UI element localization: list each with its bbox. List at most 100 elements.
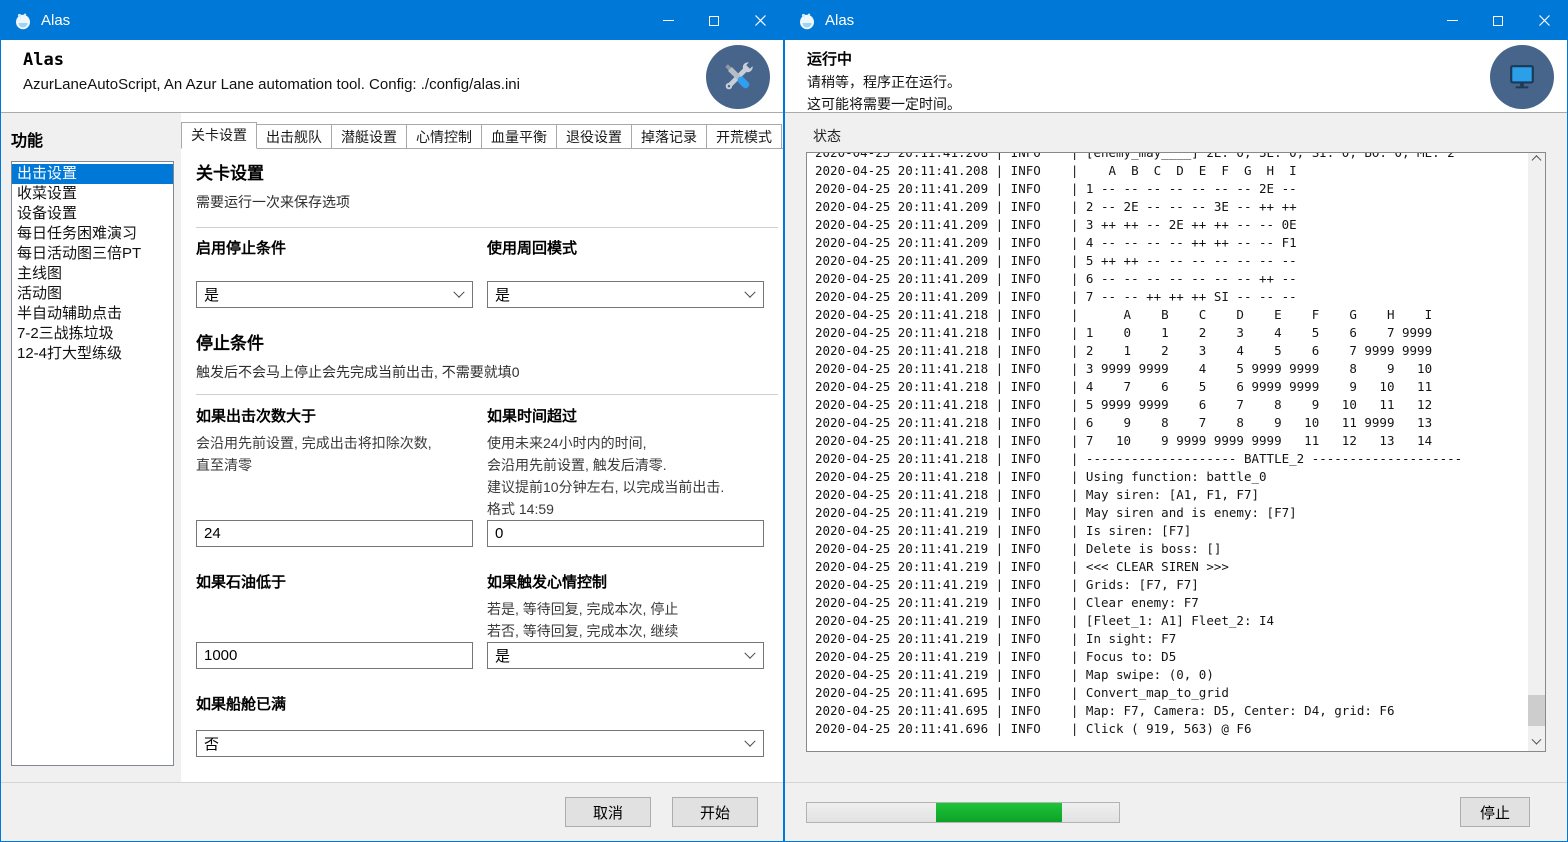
log-line: 2020-04-25 20:11:41.696 | INFO | Click (… xyxy=(815,720,1528,738)
tab-7[interactable]: 掉落记录 xyxy=(632,124,707,149)
tab-6[interactable]: 退役设置 xyxy=(557,124,632,149)
field-label: 使用周回模式 xyxy=(487,239,764,259)
tab-2[interactable]: 出击舰队 xyxy=(257,124,332,149)
log-line: 2020-04-25 20:11:41.218 | INFO | 6 9 8 7… xyxy=(815,414,1528,432)
log-line: 2020-04-25 20:11:41.218 | INFO | 5 9999 … xyxy=(815,396,1528,414)
if-emotion-control-select[interactable]: 是 xyxy=(487,642,764,669)
close-icon xyxy=(1539,15,1550,26)
field-if-oil-below: 如果石油低于 xyxy=(196,573,473,669)
runner-window: Alas 运行中 请稍等，程序正在运行。 这可能将需要一定时间。 状态 2020… xyxy=(784,0,1568,842)
minimize-icon xyxy=(663,20,674,21)
progress-chunk xyxy=(936,803,1062,822)
sidebar-item[interactable]: 活动图 xyxy=(12,284,173,304)
log-line: 2020-04-25 20:11:41.219 | INFO | Map swi… xyxy=(815,666,1528,684)
tab-panel: 关卡设置 需要运行一次来保存选项 启用停止条件 是 使用周回模式 是 xyxy=(181,149,783,782)
field-help: 使用未来24小时内的时间, 会沿用先前设置, 触发后清零. 建议提前10分钟左右… xyxy=(487,432,764,520)
log-line: 2020-04-25 20:11:41.209 | INFO | 2 -- 2E… xyxy=(815,198,1528,216)
progress-bar xyxy=(806,802,1120,823)
status-label: 状态 xyxy=(813,126,1546,146)
log-line: 2020-04-25 20:11:41.209 | INFO | 1 -- --… xyxy=(815,180,1528,198)
log-line: 2020-04-25 20:11:41.218 | INFO | 2 1 2 3… xyxy=(815,342,1528,360)
tab-5[interactable]: 血量平衡 xyxy=(482,124,557,149)
chevron-down-icon xyxy=(744,286,755,297)
sidebar-item[interactable]: 12-4打大型练级 xyxy=(12,344,173,364)
if-time-over-input[interactable] xyxy=(488,521,763,546)
settings-footer: 取消 开始 xyxy=(1,782,783,841)
log-line: 2020-04-25 20:11:41.208 | INFO | A B C D… xyxy=(815,162,1528,180)
start-button[interactable]: 开始 xyxy=(672,797,758,827)
tab-1[interactable]: 关卡设置 xyxy=(181,122,257,149)
maximize-icon xyxy=(709,16,719,26)
sidebar-item[interactable]: 半自动辅助点击 xyxy=(12,304,173,324)
settings-main: 关卡设置出击舰队潜艇设置心情控制血量平衡退役设置掉落记录开荒模式 关卡设置 需要… xyxy=(181,113,783,782)
tabbar: 关卡设置出击舰队潜艇设置心情控制血量平衡退役设置掉落记录开荒模式 xyxy=(181,122,783,149)
settings-header: Alas AzurLaneAutoScript, An Azur Lane au… xyxy=(1,40,783,113)
log-line: 2020-04-25 20:11:41.218 | INFO | 7 10 9 … xyxy=(815,432,1528,450)
field-enable-stop-condition: 启用停止条件 是 xyxy=(196,239,473,308)
sidebar-item[interactable]: 7-2三战拣垃圾 xyxy=(12,324,173,344)
close-button[interactable] xyxy=(737,1,783,40)
sidebar-item[interactable]: 收菜设置 xyxy=(12,184,173,204)
field-help: 会沿用先前设置, 完成出击将扣除次数, 直至清零 xyxy=(196,432,473,476)
sidebar-item[interactable]: 设备设置 xyxy=(12,204,173,224)
log-line: 2020-04-25 20:11:41.219 | INFO | Focus t… xyxy=(815,648,1528,666)
minimize-button[interactable] xyxy=(645,1,691,40)
chevron-up-icon xyxy=(1532,155,1542,165)
close-icon xyxy=(755,15,766,26)
field-label: 启用停止条件 xyxy=(196,239,473,259)
minimize-button[interactable] xyxy=(1429,1,1475,40)
log-scrollbar[interactable] xyxy=(1528,153,1545,751)
app-subtitle: AzurLaneAutoScript, An Azur Lane automat… xyxy=(23,76,783,93)
stop-button[interactable]: 停止 xyxy=(1460,797,1530,827)
section-heading: 停止条件 xyxy=(196,332,778,355)
log-line: 2020-04-25 20:11:41.218 | INFO | 4 7 6 5… xyxy=(815,378,1528,396)
maximize-button[interactable] xyxy=(1475,1,1521,40)
sidebar-item[interactable]: 主线图 xyxy=(12,264,173,284)
scroll-up-button[interactable] xyxy=(1528,153,1545,170)
close-button[interactable] xyxy=(1521,1,1567,40)
runner-titlebar: Alas xyxy=(785,1,1567,40)
if-dock-full-select[interactable]: 否 xyxy=(196,730,764,757)
app-title: Alas xyxy=(23,50,783,70)
log-line: 2020-04-25 20:11:41.219 | INFO | [Fleet_… xyxy=(815,612,1528,630)
tab-3[interactable]: 潜艇设置 xyxy=(332,124,407,149)
log-line: 2020-04-25 20:11:41.209 | INFO | 3 ++ ++… xyxy=(815,216,1528,234)
log-line: 2020-04-25 20:11:41.219 | INFO | Is sire… xyxy=(815,522,1528,540)
field-if-time-over: 如果时间超过 使用未来24小时内的时间, 会沿用先前设置, 触发后清零. 建议提… xyxy=(487,407,764,547)
field-label: 如果时间超过 xyxy=(487,407,764,427)
sidebar-item[interactable]: 每日活动图三倍PT xyxy=(12,244,173,264)
tab-8[interactable]: 开荒模式 xyxy=(707,124,782,149)
field-label: 如果触发心情控制 xyxy=(487,573,764,593)
log-line: 2020-04-25 20:11:41.219 | INFO | Clear e… xyxy=(815,594,1528,612)
function-list: 出击设置收菜设置设备设置每日任务困难演习每日活动图三倍PT主线图活动图半自动辅助… xyxy=(11,161,174,766)
scroll-down-button[interactable] xyxy=(1528,734,1545,751)
sidebar-item[interactable]: 每日任务困难演习 xyxy=(12,224,173,244)
field-loop-mode: 使用周回模式 是 xyxy=(487,239,764,308)
log-line: 2020-04-25 20:11:41.218 | INFO | Using f… xyxy=(815,468,1528,486)
log-line: 2020-04-25 20:11:41.219 | INFO | Grids: … xyxy=(815,576,1528,594)
runner-body: 状态 2020-04-25 20:11:41.208 | INFO | [ene… xyxy=(785,113,1567,782)
minimize-icon xyxy=(1447,20,1458,21)
log-line: 2020-04-25 20:11:41.209 | INFO | 4 -- --… xyxy=(815,234,1528,252)
log-line: 2020-04-25 20:11:41.209 | INFO | 5 ++ ++… xyxy=(815,252,1528,270)
field-if-emotion-control: 如果触发心情控制 若是, 等待回复, 完成本次, 停止 若否, 等待回复, 完成… xyxy=(487,573,764,669)
app-icon xyxy=(798,12,816,30)
log-line: 2020-04-25 20:11:41.219 | INFO | <<< CLE… xyxy=(815,558,1528,576)
loop-mode-select[interactable]: 是 xyxy=(487,281,764,308)
sidebar-item[interactable]: 出击设置 xyxy=(12,164,173,184)
if-count-greater-input[interactable] xyxy=(197,521,472,546)
cancel-button[interactable]: 取消 xyxy=(565,797,651,827)
log-box: 2020-04-25 20:11:41.208 | INFO | [enemy_… xyxy=(806,152,1546,752)
tools-button[interactable] xyxy=(706,45,770,109)
app-icon xyxy=(14,12,32,30)
enable-stop-condition-select[interactable]: 是 xyxy=(196,281,473,308)
settings-titlebar: Alas xyxy=(1,1,783,40)
tab-4[interactable]: 心情控制 xyxy=(407,124,482,149)
divider xyxy=(196,227,778,228)
log-line: 2020-04-25 20:11:41.218 | INFO | -------… xyxy=(815,450,1528,468)
maximize-button[interactable] xyxy=(691,1,737,40)
if-oil-below-input[interactable] xyxy=(197,643,472,668)
monitor-button[interactable] xyxy=(1490,45,1554,109)
field-if-dock-full-label: 如果船舱已满 xyxy=(196,695,778,715)
scroll-thumb[interactable] xyxy=(1528,695,1545,726)
